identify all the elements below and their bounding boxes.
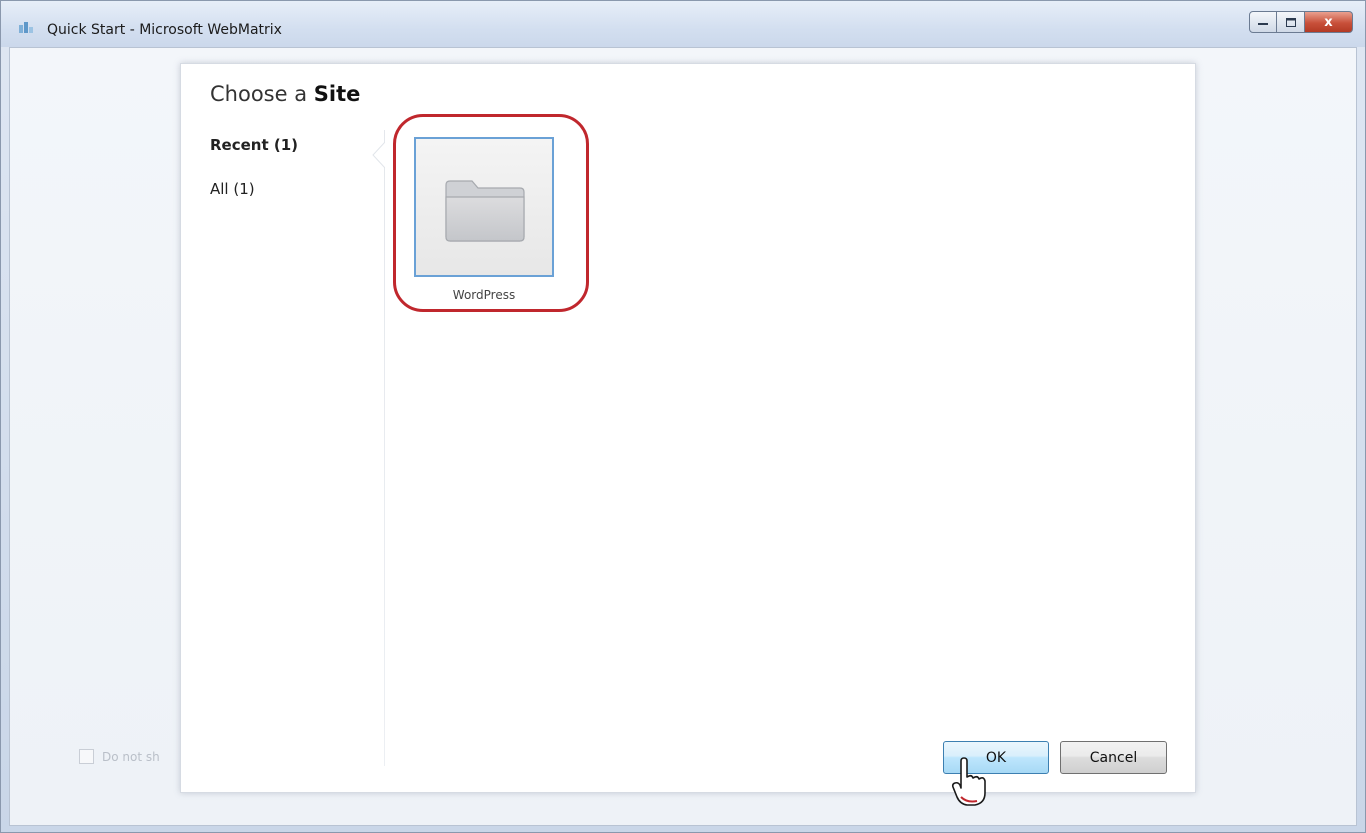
maximize-icon: [1285, 17, 1296, 27]
checkbox-label: Do not sh: [102, 749, 160, 764]
hand-pointer-cursor-icon: [951, 757, 986, 806]
checkbox-box[interactable]: [79, 749, 94, 764]
webmatrix-app-icon: [19, 22, 33, 33]
close-button[interactable]: x: [1305, 11, 1353, 33]
selection-notch: [372, 142, 385, 168]
close-icon: x: [1324, 14, 1333, 30]
window-controls: x: [1249, 11, 1353, 33]
minimize-icon: [1258, 23, 1268, 25]
nav-item-recent[interactable]: Recent (1): [210, 136, 298, 154]
choose-site-dialog: Choose a Site Recent (1) All (1) WordPre…: [180, 63, 1196, 793]
app-window: Quick Start - Microsoft WebMatrix x Do n…: [0, 0, 1366, 833]
heading-bold: Site: [313, 82, 361, 106]
minimize-button[interactable]: [1249, 11, 1277, 33]
nav-item-all[interactable]: All (1): [210, 180, 298, 198]
site-label-wordpress: WordPress: [452, 288, 516, 302]
site-filter-nav: Recent (1) All (1): [210, 136, 298, 224]
site-tile-wordpress[interactable]: [414, 137, 554, 277]
do-not-show-checkbox[interactable]: Do not sh: [79, 749, 160, 764]
folder-icon: [445, 180, 525, 242]
maximize-button[interactable]: [1277, 11, 1305, 33]
dialog-heading: Choose a Site: [210, 82, 360, 106]
title-bar[interactable]: Quick Start - Microsoft WebMatrix x: [1, 1, 1365, 47]
nav-divider: [384, 130, 385, 766]
cancel-button[interactable]: Cancel: [1060, 741, 1167, 774]
window-title: Quick Start - Microsoft WebMatrix: [47, 22, 282, 38]
heading-light: Choose a: [210, 82, 308, 106]
